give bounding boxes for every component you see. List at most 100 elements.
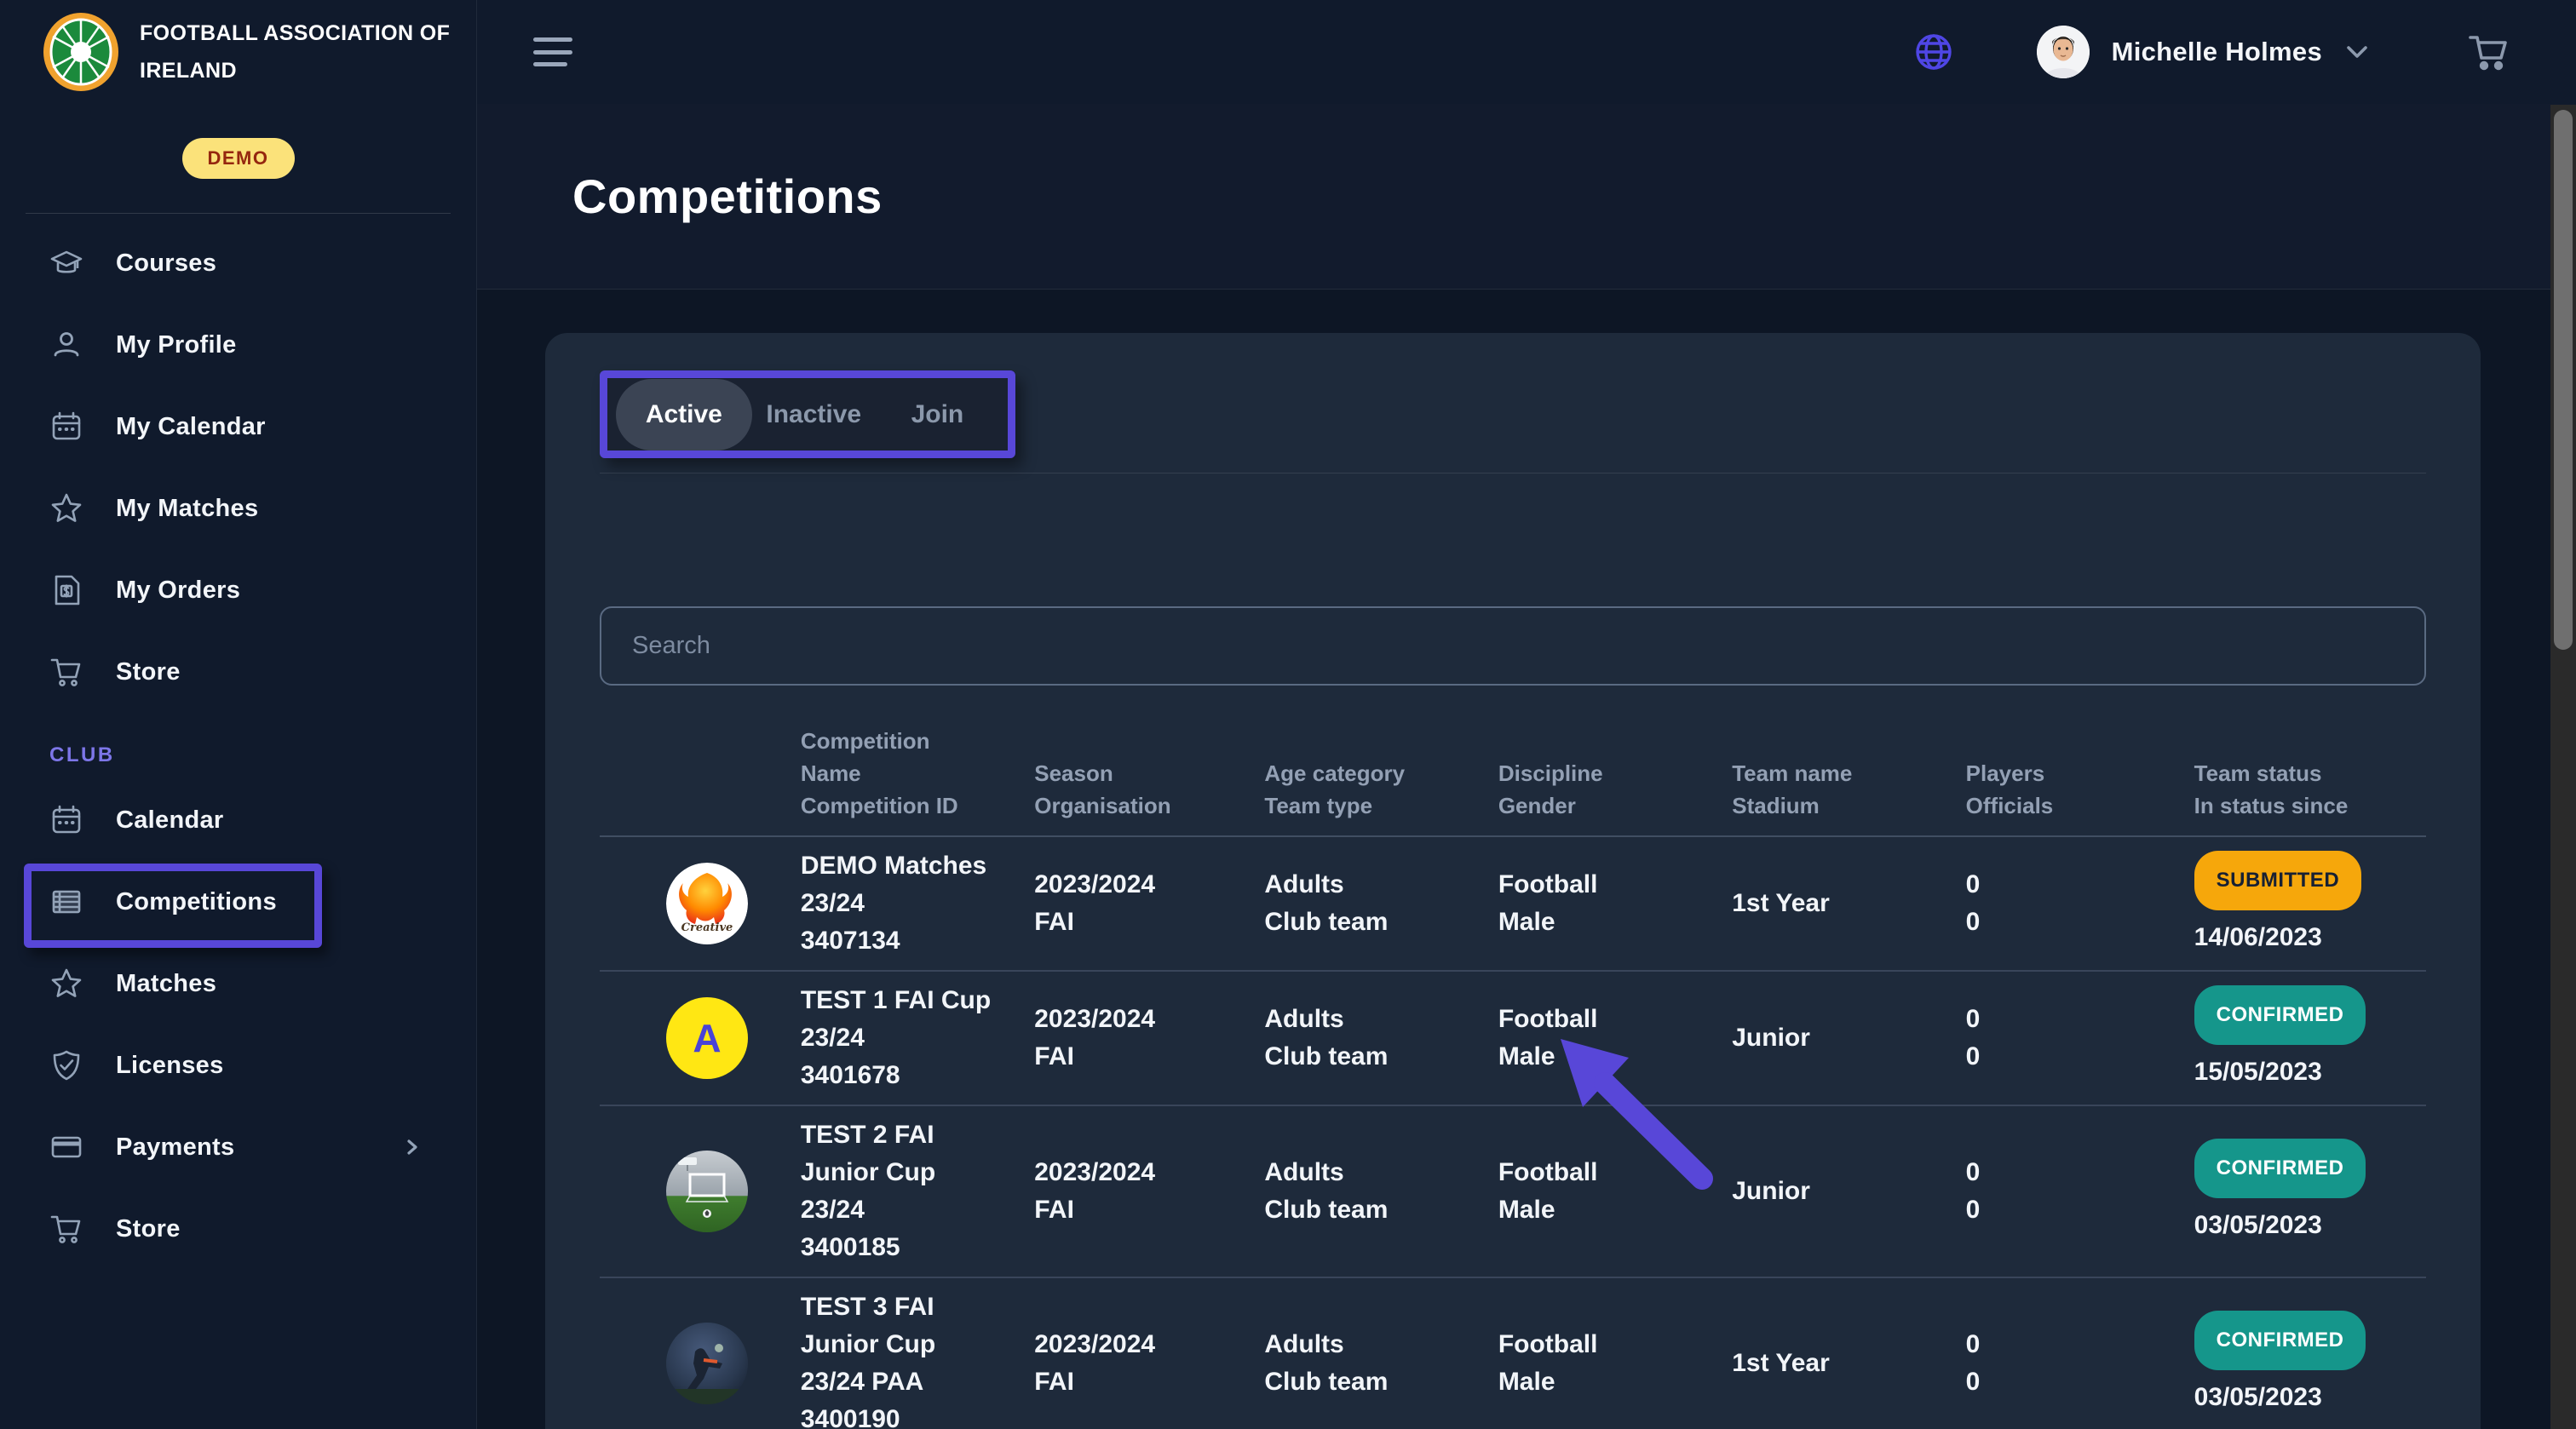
demo-badge: DEMO: [182, 138, 295, 179]
star-icon: [49, 967, 83, 1001]
table-row[interactable]: Creative DEMO Matches23/243407134 2023/2…: [600, 837, 2426, 972]
sidebar-item-my-matches[interactable]: My Matches: [0, 468, 476, 549]
status-since: 15/05/2023: [2194, 1053, 2423, 1091]
discipline-cell: FootballMale: [1498, 1001, 1732, 1076]
annotation-box-tabs: Active Inactive Join: [600, 370, 1015, 458]
avatar[interactable]: [2037, 26, 2090, 78]
team-name-cell: Junior: [1732, 1019, 1965, 1057]
status-since: 03/05/2023: [2194, 1379, 2423, 1416]
table-row[interactable]: A TEST 1 FAI Cup23/243401678 2023/2024FA…: [600, 972, 2426, 1106]
club-section-label: CLUB: [0, 743, 476, 767]
fai-logo-icon: [41, 11, 121, 93]
competition-name-cell: DEMO Matches23/243407134: [801, 847, 1034, 960]
chevron-right-icon: [403, 1134, 422, 1160]
sidebar-item-licenses[interactable]: Licenses: [0, 1024, 476, 1106]
sidebar-item-label: Calendar: [116, 806, 224, 835]
competition-name-cell: TEST 1 FAI Cup23/243401678: [801, 982, 1034, 1094]
status-since: 03/05/2023: [2194, 1207, 2423, 1244]
sidebar-item-club-store[interactable]: Store: [0, 1188, 476, 1270]
person-icon: [49, 328, 83, 362]
scrollbar-track[interactable]: [2550, 105, 2576, 1429]
discipline-cell: FootballMale: [1498, 1154, 1732, 1229]
sidebar-item-label: My Calendar: [116, 413, 266, 441]
header-team-name: Team nameStadium: [1732, 757, 1965, 822]
sidebar-item-my-profile[interactable]: My Profile: [0, 304, 476, 386]
status-cell: CONFIRMED 03/05/2023: [2194, 1311, 2423, 1416]
table-header-row: CompetitionNameCompetition ID SeasonOrga…: [600, 725, 2426, 837]
competition-logo: [666, 1323, 748, 1404]
age-category-cell: AdultsClub team: [1264, 866, 1498, 941]
tab-active[interactable]: Active: [616, 379, 752, 451]
season-cell: 2023/2024FAI: [1034, 1001, 1264, 1076]
cart-button[interactable]: [2467, 32, 2510, 72]
sidebar-item-competitions[interactable]: Competitions: [0, 861, 476, 943]
competition-logo: A: [666, 997, 748, 1079]
main-content: Competitions Active Inactive Join: [477, 104, 2576, 1429]
hamburger-menu-button[interactable]: [533, 37, 572, 66]
status-badge: CONFIRMED: [2194, 1139, 2366, 1198]
table-body: Creative DEMO Matches23/243407134 2023/2…: [600, 837, 2426, 1429]
page-title: Competitions: [572, 169, 883, 224]
discipline-cell: FootballMale: [1498, 1326, 1732, 1401]
user-name[interactable]: Michelle Holmes: [2112, 37, 2322, 67]
competition-logo: Creative: [666, 863, 748, 944]
header-team-status: Team statusIn status since: [2194, 757, 2423, 822]
sidebar-item-label: Courses: [116, 250, 216, 278]
star-icon: [49, 491, 83, 525]
svg-text:Creative: Creative: [681, 921, 733, 934]
discipline-cell: FootballMale: [1498, 866, 1732, 941]
globe-language-button[interactable]: [1912, 31, 1955, 73]
sidebar-item-my-orders[interactable]: My Orders: [0, 549, 476, 631]
sidebar-item-label: Matches: [116, 970, 216, 998]
scrollbar-thumb[interactable]: [2554, 110, 2573, 650]
status-badge: CONFIRMED: [2194, 985, 2366, 1045]
sidebar-item-label: My Orders: [116, 577, 240, 605]
competition-name-cell: TEST 2 FAIJunior Cup23/243400185: [801, 1116, 1034, 1266]
sidebar-item-store[interactable]: Store: [0, 631, 476, 713]
sidebar-item-label: Competitions: [116, 888, 277, 916]
sidebar-item-payments[interactable]: Payments: [0, 1106, 476, 1188]
content-area: Active Inactive Join CompetitionNameComp…: [477, 290, 2576, 1429]
team-name-cell: 1st Year: [1732, 885, 1965, 922]
status-badge: SUBMITTED: [2194, 851, 2362, 910]
players-cell: 00: [1966, 1154, 2194, 1229]
players-cell: 00: [1966, 1326, 2194, 1401]
sidebar-item-my-calendar[interactable]: My Calendar: [0, 386, 476, 468]
competition-logo: [666, 1151, 748, 1232]
table-row[interactable]: TEST 2 FAIJunior Cup23/243400185 2023/20…: [600, 1106, 2426, 1278]
players-cell: 00: [1966, 1001, 2194, 1076]
season-cell: 2023/2024FAI: [1034, 1154, 1264, 1229]
shield-check-icon: [49, 1048, 83, 1082]
search-input[interactable]: [600, 606, 2426, 686]
cart-icon: [49, 1212, 83, 1246]
brand[interactable]: FOOTBALL ASSOCIATION OF IRELAND: [0, 0, 476, 104]
app-root: FOOTBALL ASSOCIATION OF IRELAND DEMO Cou…: [0, 0, 2576, 1429]
sidebar-item-label: Licenses: [116, 1052, 224, 1080]
sidebar-item-label: Store: [116, 1215, 181, 1243]
graduation-cap-icon: [49, 246, 83, 280]
header-age-category: Age categoryTeam type: [1264, 757, 1498, 822]
sidebar: FOOTBALL ASSOCIATION OF IRELAND DEMO Cou…: [0, 0, 477, 1429]
team-name-cell: Junior: [1732, 1173, 1965, 1210]
sidebar-item-matches[interactable]: Matches: [0, 943, 476, 1024]
header-season: SeasonOrganisation: [1034, 757, 1264, 822]
list-table-icon: [49, 885, 83, 919]
topbar: Michelle Holmes: [477, 0, 2576, 105]
sidebar-item-courses[interactable]: Courses: [0, 222, 476, 304]
tab-join[interactable]: Join: [876, 379, 999, 451]
status-cell: SUBMITTED 14/06/2023: [2194, 851, 2423, 956]
sidebar-item-calendar[interactable]: Calendar: [0, 779, 476, 861]
sidebar-item-label: My Profile: [116, 331, 237, 359]
table-row[interactable]: TEST 3 FAIJunior Cup23/24 PAA3400190 202…: [600, 1278, 2426, 1429]
tab-inactive[interactable]: Inactive: [752, 379, 876, 451]
sidebar-item-label: Payments: [116, 1133, 234, 1162]
competitions-table: CompetitionNameCompetition ID SeasonOrga…: [600, 725, 2426, 1429]
credit-card-icon: [49, 1130, 83, 1164]
cart-icon: [49, 655, 83, 689]
competitions-card: Active Inactive Join CompetitionNameComp…: [545, 333, 2481, 1429]
competition-name-cell: TEST 3 FAIJunior Cup23/24 PAA3400190: [801, 1288, 1034, 1429]
chevron-down-icon[interactable]: [2343, 42, 2372, 62]
tabs-group: Active Inactive Join: [607, 378, 1008, 451]
team-name-cell: 1st Year: [1732, 1345, 1965, 1382]
players-cell: 00: [1966, 866, 2194, 941]
